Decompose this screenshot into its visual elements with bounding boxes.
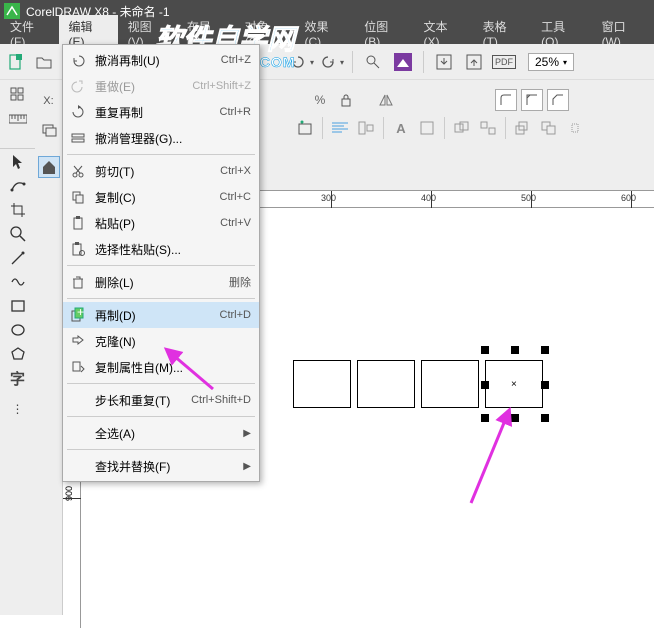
menu-paste[interactable]: 粘贴(P)Ctrl+V [63, 210, 259, 236]
left-panel-tabs: 字 ⋮ [0, 80, 35, 615]
purple-fill-icon[interactable] [391, 50, 415, 74]
outline-btn-icon[interactable] [294, 117, 316, 139]
percent-icon[interactable]: % [309, 89, 331, 111]
menubar: 文件(F) 编辑(E) 视图(V) 布局(L) 对象(C) 效果(C) 位图(B… [0, 22, 654, 44]
order-front-icon[interactable] [512, 117, 534, 139]
submenu-arrow-icon: ▶ [243, 428, 251, 439]
layers-icon[interactable] [38, 120, 60, 142]
copy-props-icon [67, 360, 89, 374]
search-icon[interactable] [361, 50, 385, 74]
edit-dropdown: 撤消再制(U)Ctrl+Z 重做(E)Ctrl+Shift+Z 重复再制Ctrl… [62, 44, 260, 482]
pick-tool-icon[interactable] [7, 151, 29, 173]
polygon-tool-icon[interactable] [7, 343, 29, 365]
menu-paste-special[interactable]: 选择性粘贴(S)... [63, 236, 259, 262]
new-doc-icon[interactable] [4, 50, 28, 74]
menu-undo-manager[interactable]: 撤消管理器(G)... [63, 125, 259, 151]
paste-special-icon [67, 242, 89, 256]
order-back-icon[interactable] [538, 117, 560, 139]
zoom-level[interactable]: 25%▾ [528, 53, 574, 71]
freehand-tool-icon[interactable] [7, 247, 29, 269]
text-a-icon[interactable]: A [390, 117, 412, 139]
menu-undo[interactable]: 撤消再制(U)Ctrl+Z [63, 47, 259, 73]
group-icon[interactable] [451, 117, 473, 139]
menu-find-replace[interactable]: 查找并替换(F)▶ [63, 453, 259, 479]
menu-clone[interactable]: 克隆(N) [63, 328, 259, 354]
cut-icon [67, 164, 89, 178]
docker-column: X: [35, 80, 63, 615]
menu-copy[interactable]: 复制(C)Ctrl+C [63, 184, 259, 210]
lock-ratio-icon[interactable] [335, 89, 357, 111]
selection-center-icon: × [511, 379, 517, 390]
copy-icon [67, 190, 89, 204]
export-icon[interactable] [462, 50, 486, 74]
text-tool-icon[interactable]: 字 [7, 367, 29, 389]
menu-duplicate[interactable]: +再制(D)Ctrl+D [63, 302, 259, 328]
menu-copy-props[interactable]: 复制属性自(M)... [63, 354, 259, 380]
crop-tool-icon[interactable] [7, 199, 29, 221]
clone-icon [67, 334, 89, 348]
artistic-media-icon[interactable] [7, 271, 29, 293]
ungroup-icon[interactable] [477, 117, 499, 139]
corner-2-icon[interactable] [521, 89, 543, 111]
submenu-arrow-icon: ▶ [243, 461, 251, 472]
corner-1-icon[interactable] [495, 89, 517, 111]
menu-select-all[interactable]: 全选(A)▶ [63, 420, 259, 446]
home-icon[interactable] [38, 156, 60, 178]
shape-tool-icon[interactable] [7, 175, 29, 197]
align-obj-icon[interactable] [355, 117, 377, 139]
ellipse-tool-icon[interactable] [7, 319, 29, 341]
rectangle-tool-icon[interactable] [7, 295, 29, 317]
paste-icon [67, 216, 89, 230]
more-tools-icon[interactable]: ⋮ [7, 398, 29, 420]
menu-cut[interactable]: 剪切(T)Ctrl+X [63, 158, 259, 184]
repeat-icon [67, 105, 89, 119]
rect-2[interactable] [357, 360, 415, 408]
menu-delete[interactable]: 删除(L)删除 [63, 269, 259, 295]
undo-icon [67, 53, 89, 67]
history-icon [67, 131, 89, 145]
zoom-tool-icon[interactable] [7, 223, 29, 245]
menu-step-repeat[interactable]: 步长和重复(T)Ctrl+Shift+D [63, 387, 259, 413]
duplicate-icon: + [67, 307, 89, 323]
wrap-icon[interactable] [564, 117, 586, 139]
menu-repeat[interactable]: 重复再制Ctrl+R [63, 99, 259, 125]
undo-dropdown-icon[interactable]: ▾ [290, 50, 314, 74]
corner-3-icon[interactable] [547, 89, 569, 111]
x-label: X: [43, 95, 53, 107]
delete-icon [67, 275, 89, 289]
flip-h-icon[interactable] [375, 89, 397, 111]
rect-1[interactable] [293, 360, 351, 408]
redo-dropdown-icon[interactable]: ▾ [320, 50, 344, 74]
grid-icon[interactable] [7, 84, 29, 106]
text-box-icon[interactable] [416, 117, 438, 139]
align-lines-icon[interactable] [329, 117, 351, 139]
open-icon[interactable] [32, 50, 56, 74]
menu-redo: 重做(E)Ctrl+Shift+Z [63, 73, 259, 99]
rect-3[interactable] [421, 360, 479, 408]
pdf-icon[interactable]: PDF [492, 50, 516, 74]
import-icon[interactable] [432, 50, 456, 74]
ruler-icon[interactable] [7, 108, 29, 130]
redo-icon [67, 79, 89, 93]
svg-text:+: + [77, 307, 84, 319]
